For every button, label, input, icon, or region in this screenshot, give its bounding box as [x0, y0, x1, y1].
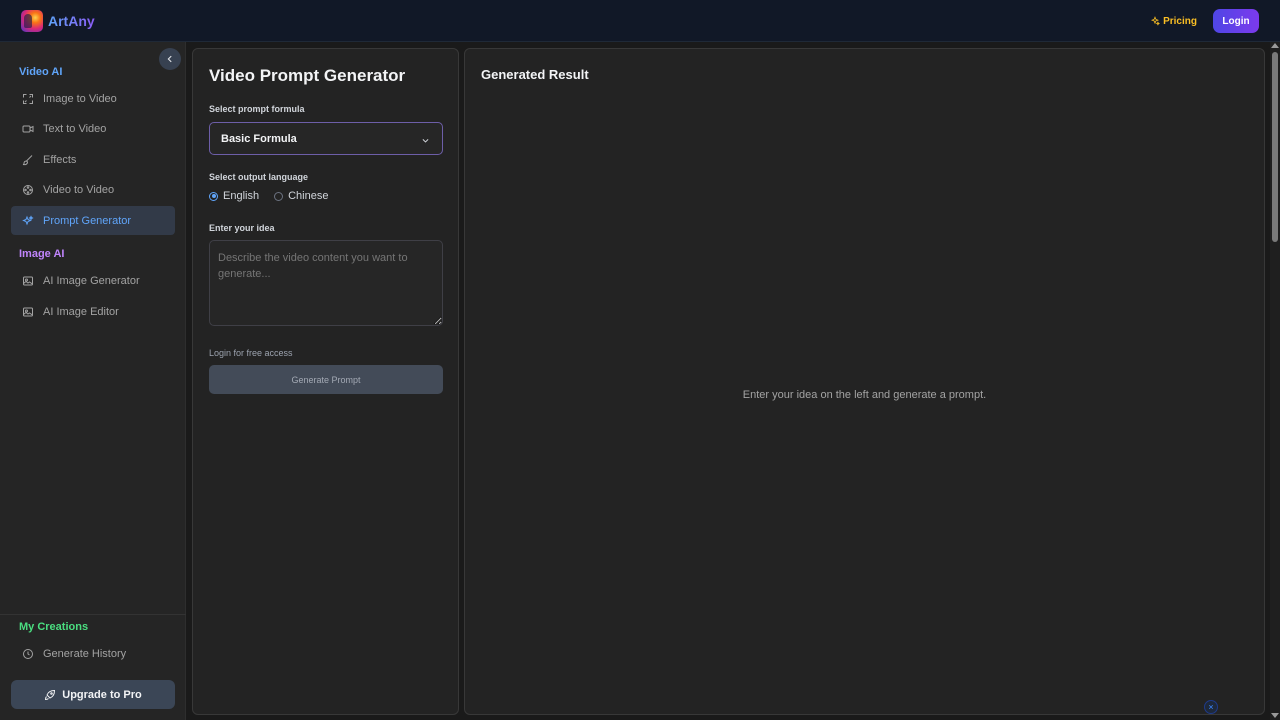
- sidebar-item-label: Video to Video: [43, 183, 115, 196]
- language-radio-chinese[interactable]: [274, 191, 284, 201]
- rocket-icon: [45, 689, 56, 700]
- sidebar-item-video-to-video[interactable]: Video to Video: [11, 175, 175, 204]
- sidebar-item-ai-image-editor[interactable]: AI Image Editor: [11, 297, 175, 326]
- header-actions: Pricing Login: [1150, 9, 1259, 33]
- sidebar-item-label: Text to Video: [43, 122, 107, 135]
- sidebar-item-label: Prompt Generator: [43, 214, 132, 227]
- sidebar-item-prompt-generator[interactable]: Prompt Generator: [11, 206, 175, 235]
- image-icon: [23, 276, 33, 285]
- result-title: Generated Result: [481, 67, 589, 82]
- upgrade-to-pro-button[interactable]: Upgrade to Pro: [11, 680, 175, 709]
- close-icon: [1208, 704, 1214, 710]
- upgrade-label: Upgrade to Pro: [62, 688, 142, 701]
- film-reel-icon: [23, 184, 33, 195]
- chevron-left-icon: [167, 55, 172, 63]
- formula-selected-value: Basic Formula: [221, 132, 297, 145]
- language-option-label[interactable]: Chinese: [288, 190, 328, 202]
- sidebar-item-label: AI Image Generator: [43, 274, 140, 287]
- pricing-label: Pricing: [1163, 15, 1197, 27]
- top-header: ArtAny Pricing Login: [0, 0, 1280, 42]
- sparkles-icon: [1151, 16, 1161, 26]
- login-note: Login for free access: [209, 348, 293, 358]
- formula-select[interactable]: Basic Formula: [209, 122, 443, 155]
- app-name: ArtAny: [48, 12, 95, 29]
- video-camera-icon: [22, 125, 34, 132]
- image-ai-section-title: Image AI: [19, 248, 65, 260]
- brush-icon: [22, 154, 33, 165]
- image-icon: [23, 307, 33, 316]
- generate-prompt-button[interactable]: Generate Prompt: [209, 365, 443, 394]
- floating-help-button[interactable]: [1204, 700, 1218, 714]
- pricing-link[interactable]: Pricing: [1150, 16, 1197, 27]
- sidebar-item-text-to-video[interactable]: Text to Video: [11, 114, 175, 143]
- sidebar-item-ai-image-generator[interactable]: AI Image Generator: [11, 266, 175, 295]
- page-scrollbar[interactable]: [1270, 42, 1280, 720]
- sparkles-icon: [22, 214, 34, 225]
- logo-icon: [21, 9, 43, 32]
- scroll-up-icon[interactable]: [1271, 43, 1279, 48]
- sidebar-item-label: Image to Video: [43, 92, 117, 105]
- login-button[interactable]: Login: [1213, 9, 1259, 33]
- sidebar: Video AI Image to Video Text to Video Ef…: [0, 42, 186, 720]
- sidebar-divider: [0, 614, 186, 615]
- my-creations-section-title: My Creations: [19, 621, 89, 633]
- language-label: Select output language: [209, 172, 309, 182]
- chevron-down-icon: [422, 139, 429, 143]
- sidebar-item-label: AI Image Editor: [43, 305, 119, 318]
- sidebar-item-label: Generate History: [43, 647, 127, 660]
- idea-input[interactable]: [209, 240, 443, 326]
- language-radio-english[interactable]: [209, 191, 218, 201]
- sidebar-item-label: Effects: [43, 153, 77, 166]
- expand-icon: [23, 93, 33, 104]
- sidebar-item-image-to-video[interactable]: Image to Video: [11, 84, 175, 113]
- language-option-label[interactable]: English: [223, 190, 259, 202]
- sidebar-item-generate-history[interactable]: Generate History: [11, 639, 175, 668]
- page-title: Video Prompt Generator: [209, 66, 406, 85]
- idea-label: Enter your idea: [209, 223, 275, 233]
- logo[interactable]: ArtAny: [21, 9, 95, 32]
- result-panel: Generated Result Enter your idea on the …: [464, 48, 1265, 715]
- formula-label: Select prompt formula: [209, 104, 305, 114]
- result-empty-message: Enter your idea on the left and generate…: [742, 389, 987, 401]
- collapse-sidebar-button[interactable]: [159, 48, 181, 70]
- language-radio-group: English Chinese: [209, 190, 343, 202]
- clock-icon: [23, 648, 33, 659]
- scroll-thumb[interactable]: [1272, 52, 1278, 242]
- prompt-form-panel: Video Prompt Generator Select prompt for…: [192, 48, 459, 715]
- video-ai-section-title: Video AI: [19, 66, 63, 78]
- sidebar-item-effects[interactable]: Effects: [11, 145, 175, 174]
- scroll-down-icon[interactable]: [1271, 713, 1279, 718]
